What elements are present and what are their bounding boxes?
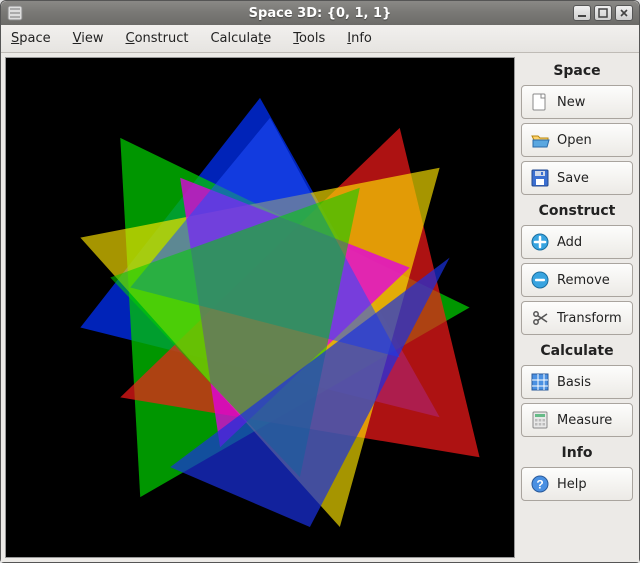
transform-button[interactable]: Transform <box>521 301 633 335</box>
menu-info[interactable]: Info <box>345 29 374 48</box>
measure-button[interactable]: Measure <box>521 403 633 437</box>
new-button[interactable]: New <box>521 85 633 119</box>
3d-viewport[interactable] <box>5 57 515 558</box>
button-label: Open <box>557 133 592 148</box>
button-label: Add <box>557 235 582 250</box>
grid-icon <box>530 372 550 392</box>
basis-button[interactable]: Basis <box>521 365 633 399</box>
minimize-button[interactable] <box>573 5 591 21</box>
remove-circle-icon <box>530 270 550 290</box>
button-label: Basis <box>557 375 591 390</box>
open-button[interactable]: Open <box>521 123 633 157</box>
sidebar-section-title: Info <box>519 441 635 463</box>
sidebar-section-title: Construct <box>519 199 635 221</box>
help-icon <box>530 474 550 494</box>
menu-view[interactable]: View <box>71 29 106 48</box>
scissors-icon <box>530 308 550 328</box>
menu-construct[interactable]: Construct <box>124 29 191 48</box>
add-circle-icon <box>530 232 550 252</box>
maximize-button[interactable] <box>594 5 612 21</box>
help-button[interactable]: Help <box>521 467 633 501</box>
file-new-icon <box>530 92 550 112</box>
app-icon <box>7 5 23 21</box>
sidebar-section-title: Calculate <box>519 339 635 361</box>
titlebar: Space 3D: {0, 1, 1} <box>1 1 639 25</box>
add-button[interactable]: Add <box>521 225 633 259</box>
menu-tools[interactable]: Tools <box>291 29 327 48</box>
sidebar: Space New Open Save Construct Add Remove Transf… <box>519 57 635 558</box>
button-label: Measure <box>557 413 612 428</box>
menu-space[interactable]: Space <box>9 29 53 48</box>
floppy-save-icon <box>530 168 550 188</box>
button-label: Remove <box>557 273 610 288</box>
button-label: Help <box>557 477 587 492</box>
close-button[interactable] <box>615 5 633 21</box>
app-window: Space 3D: {0, 1, 1} Space View Construct Ca… <box>0 0 640 563</box>
calculator-icon <box>530 410 550 430</box>
save-button[interactable]: Save <box>521 161 633 195</box>
folder-open-icon <box>530 130 550 150</box>
menu-calculate[interactable]: Calculate <box>208 29 273 48</box>
window-title: Space 3D: {0, 1, 1} <box>249 6 392 21</box>
sidebar-section-title: Space <box>519 59 635 81</box>
menubar: Space View Construct Calculate Tools Info <box>1 25 639 53</box>
button-label: Save <box>557 171 589 186</box>
button-label: New <box>557 95 585 110</box>
content-area: Space New Open Save Construct Add Remove Transf… <box>1 53 639 562</box>
button-label: Transform <box>557 311 622 326</box>
remove-button[interactable]: Remove <box>521 263 633 297</box>
window-controls <box>573 5 633 21</box>
